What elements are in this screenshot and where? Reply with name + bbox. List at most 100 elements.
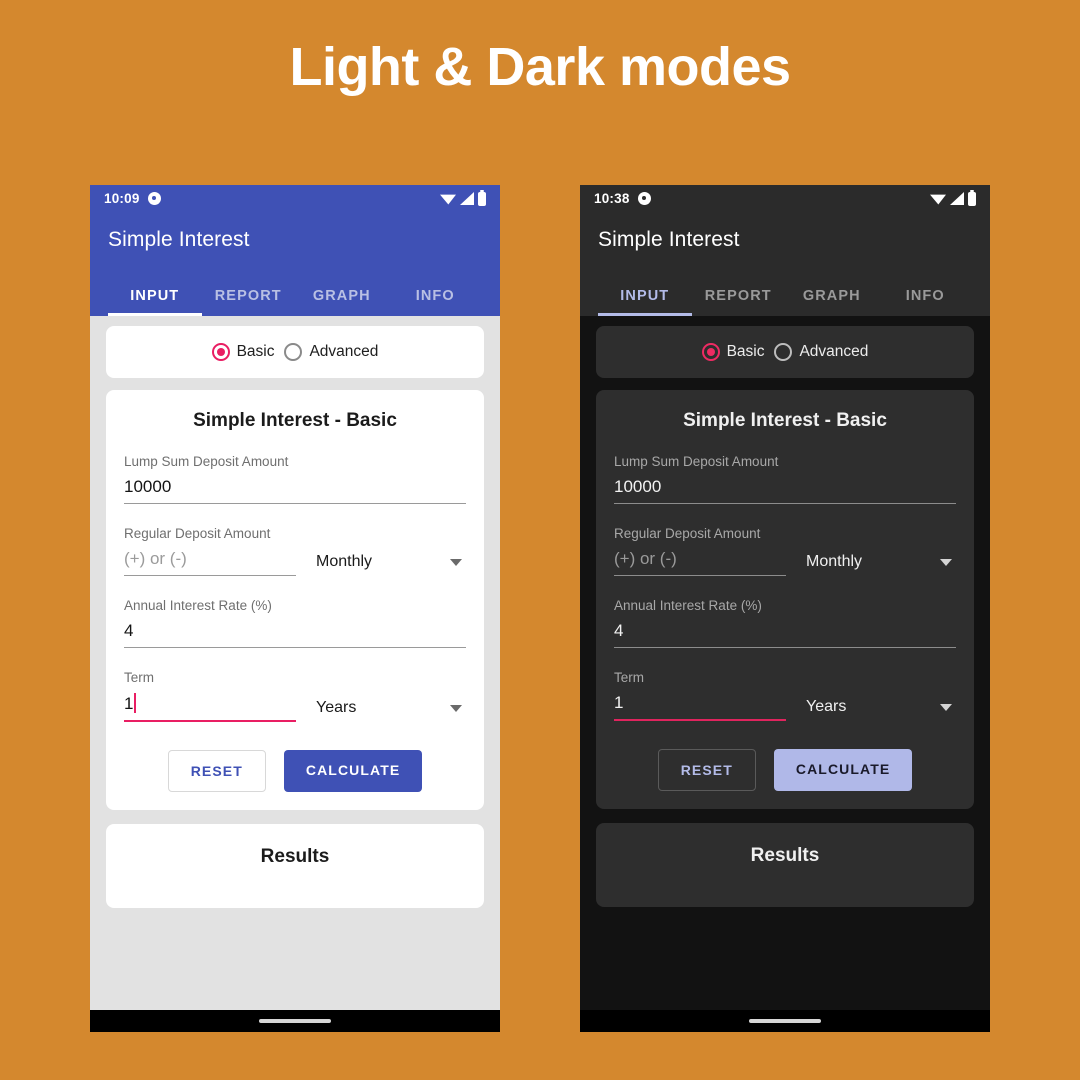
regular-deposit-input[interactable]: (+) or (-): [124, 549, 296, 576]
signal-icon: [460, 192, 474, 205]
chevron-down-icon[interactable]: [940, 703, 952, 711]
form-actions: RESET CALCULATE: [124, 750, 466, 792]
alarm-dot-icon: [637, 192, 651, 205]
battery-icon: [968, 189, 976, 206]
reset-button[interactable]: RESET: [657, 749, 756, 791]
tab-graph[interactable]: GRAPH: [785, 274, 879, 316]
radio-basic-icon[interactable]: [701, 343, 720, 361]
form-title: Simple Interest - Basic: [683, 410, 887, 431]
term-input[interactable]: 1: [614, 693, 786, 721]
term-unit-select[interactable]: Years: [296, 699, 466, 722]
field-regular-deposit: Regular Deposit Amount (+) or (-) Monthl…: [124, 526, 466, 576]
chevron-down-icon[interactable]: [450, 558, 462, 566]
radio-advanced-label: Advanced: [309, 343, 379, 360]
input-underline: [124, 647, 466, 648]
page-body: Basic Advanced Simple Interest - Basic L…: [90, 316, 500, 961]
status-bar-icons: [930, 189, 976, 206]
radio-advanced-label: Advanced: [799, 343, 869, 360]
input-placeholder: (+) or (-): [614, 549, 677, 568]
calculate-button[interactable]: CALCULATE: [283, 750, 423, 792]
field-lump-sum: Lump Sum Deposit Amount 10000: [124, 454, 466, 504]
alarm-dot-icon: [147, 192, 161, 205]
wifi-icon: [440, 194, 456, 205]
lump-sum-input[interactable]: 10000: [124, 477, 466, 504]
results-card: Results: [596, 823, 974, 907]
input-value: 1: [614, 693, 624, 712]
field-label: Annual Interest Rate (%): [124, 598, 272, 613]
home-indicator[interactable]: [259, 1019, 331, 1023]
form-actions: RESET CALCULATE: [614, 749, 956, 791]
radio-advanced-icon[interactable]: [774, 343, 793, 361]
page-body: Basic Advanced Simple Interest - Basic L…: [580, 316, 990, 961]
input-underline: [124, 575, 296, 576]
input-value: 4: [124, 621, 134, 640]
interest-rate-input[interactable]: 4: [614, 621, 956, 648]
mode-selector: Basic Advanced: [596, 326, 974, 378]
tab-graph[interactable]: GRAPH: [295, 274, 389, 316]
field-label: Lump Sum Deposit Amount: [614, 454, 779, 469]
term-unit-select[interactable]: Years: [786, 698, 956, 721]
calculate-button[interactable]: CALCULATE: [773, 749, 913, 791]
app-bar: Simple Interest INPUT REPORT GRAPH INFO: [580, 212, 990, 316]
phone-mockup-dark: 10:38 Simple Interest INPUT REPORT GRAPH…: [580, 185, 990, 1032]
tab-bar: INPUT REPORT GRAPH INFO: [108, 274, 482, 316]
input-row: 10000: [124, 477, 466, 504]
interest-rate-input[interactable]: 4: [124, 621, 466, 648]
field-regular-deposit: Regular Deposit Amount (+) or (-) Monthl…: [614, 526, 956, 576]
regular-deposit-input[interactable]: (+) or (-): [614, 549, 786, 576]
input-underline: [124, 503, 466, 504]
select-value: Years: [806, 698, 847, 715]
form-title: Simple Interest - Basic: [193, 410, 397, 431]
home-indicator[interactable]: [749, 1019, 821, 1023]
input-underline: [614, 503, 956, 504]
frequency-select[interactable]: Monthly: [786, 553, 956, 576]
radio-basic-label: Basic: [726, 343, 765, 360]
status-bar: 10:09: [90, 185, 500, 212]
input-row: (+) or (-) Monthly: [124, 549, 466, 576]
input-value: 10000: [124, 477, 172, 496]
input-placeholder: (+) or (-): [124, 549, 187, 568]
chevron-down-icon[interactable]: [940, 558, 952, 566]
radio-basic-icon[interactable]: [211, 343, 230, 361]
input-value: 4: [614, 621, 624, 640]
input-row: 10000: [614, 477, 956, 504]
system-nav-bar: [580, 1010, 990, 1032]
lump-sum-input[interactable]: 10000: [614, 477, 956, 504]
radio-option-basic[interactable]: Basic: [701, 343, 765, 361]
chevron-down-icon[interactable]: [450, 704, 462, 712]
status-bar-time: 10:38: [594, 191, 630, 206]
field-label: Regular Deposit Amount: [614, 526, 761, 541]
tab-report[interactable]: REPORT: [202, 274, 296, 316]
tab-report[interactable]: REPORT: [692, 274, 786, 316]
status-bar-icons: [440, 189, 486, 206]
radio-option-advanced[interactable]: Advanced: [284, 343, 378, 361]
text-caret: [134, 693, 137, 713]
tab-info[interactable]: INFO: [879, 274, 973, 316]
input-underline: [614, 575, 786, 576]
reset-button[interactable]: RESET: [167, 750, 266, 792]
status-bar-time: 10:09: [104, 191, 140, 206]
term-input[interactable]: 1: [124, 693, 296, 722]
input-form-card: Simple Interest - Basic Lump Sum Deposit…: [106, 390, 484, 810]
app-title: Simple Interest: [598, 228, 740, 251]
app-bar: Simple Interest INPUT REPORT GRAPH INFO: [90, 212, 500, 316]
radio-option-basic[interactable]: Basic: [211, 343, 274, 361]
radio-option-advanced[interactable]: Advanced: [774, 343, 868, 361]
input-row: 4: [614, 621, 956, 648]
field-interest-rate: Annual Interest Rate (%) 4: [124, 598, 466, 648]
results-card: Results: [106, 824, 484, 908]
system-nav-bar: [90, 1010, 500, 1032]
tab-info[interactable]: INFO: [389, 274, 483, 316]
select-value: Monthly: [806, 553, 863, 570]
tab-input[interactable]: INPUT: [598, 274, 692, 316]
field-label: Term: [614, 670, 644, 685]
results-title: Results: [750, 845, 820, 866]
input-underline: [614, 647, 956, 648]
tab-input[interactable]: INPUT: [108, 274, 202, 316]
radio-advanced-icon[interactable]: [284, 343, 303, 361]
field-label: Term: [124, 670, 154, 685]
input-value: 1: [124, 694, 134, 713]
frequency-select[interactable]: Monthly: [296, 553, 466, 576]
phone-mockup-light: 10:09 Simple Interest INPUT REPORT GRAPH…: [90, 185, 500, 1032]
field-label: Annual Interest Rate (%): [614, 598, 762, 613]
